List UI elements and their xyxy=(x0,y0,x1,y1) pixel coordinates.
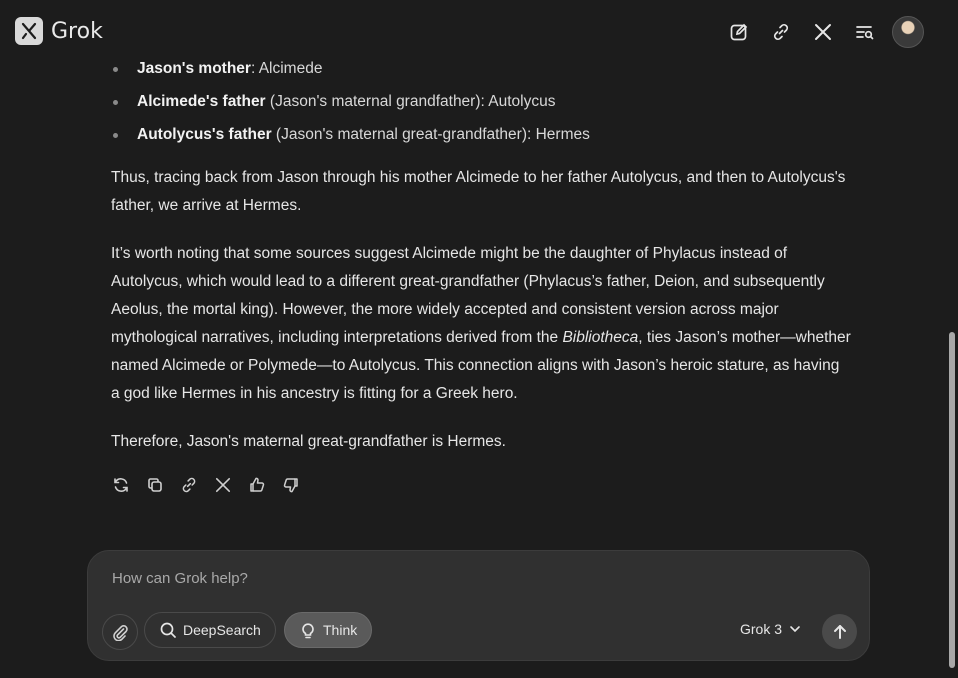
thumbs-down-icon[interactable] xyxy=(278,472,304,498)
lightbulb-icon xyxy=(302,623,314,639)
model-selector[interactable]: Grok 3 xyxy=(740,621,802,637)
x-share-icon[interactable] xyxy=(210,472,236,498)
share-link-icon[interactable] xyxy=(176,472,202,498)
paperclip-icon xyxy=(113,625,128,641)
paragraph: Thus, tracing back from Jason through hi… xyxy=(111,169,846,214)
search-icon xyxy=(160,622,176,638)
book-title: Bibliotheca xyxy=(562,329,639,346)
attach-button[interactable] xyxy=(102,614,138,650)
list-item: Autolycus's father (Jason's maternal gre… xyxy=(111,121,851,154)
scrollbar-thumb[interactable] xyxy=(949,332,955,668)
paragraph: Therefore, Jason's maternal great-grandf… xyxy=(111,433,506,450)
avatar[interactable] xyxy=(892,16,924,48)
arrow-up-icon xyxy=(833,624,846,639)
list-item-term: Jason's mother xyxy=(137,60,251,77)
list-item: Jason's mother: Alcimede xyxy=(111,55,851,88)
list-item-term: Alcimede's father xyxy=(137,93,266,110)
chat-composer: DeepSearch Think Grok 3 xyxy=(87,550,870,661)
app-name: Grok xyxy=(51,18,103,44)
list-item-term: Autolycus's father xyxy=(137,126,272,143)
deepsearch-label: DeepSearch xyxy=(183,622,261,638)
chevron-down-icon xyxy=(790,626,800,633)
regenerate-icon[interactable] xyxy=(108,472,134,498)
prompt-input[interactable] xyxy=(110,569,714,588)
grok-logo[interactable]: Grok xyxy=(15,17,103,45)
top-bar: Grok xyxy=(0,0,944,62)
list-item-detail: (Jason's maternal great-grandfather): He… xyxy=(271,126,590,143)
send-button[interactable] xyxy=(822,614,857,649)
think-button[interactable]: Think xyxy=(284,612,373,648)
edit-icon[interactable] xyxy=(724,17,754,47)
think-label: Think xyxy=(323,622,358,638)
scrollbar[interactable] xyxy=(944,0,958,678)
deepsearch-button[interactable]: DeepSearch xyxy=(144,612,276,648)
model-label: Grok 3 xyxy=(740,621,783,637)
grok-logo-icon xyxy=(15,17,43,45)
list-item-detail: : Alcimede xyxy=(250,60,323,77)
paragraph: It’s worth noting that some sources sugg… xyxy=(111,240,851,408)
copy-icon[interactable] xyxy=(142,472,168,498)
history-search-icon[interactable] xyxy=(850,17,880,47)
list-item: Alcimede's father (Jason's maternal gran… xyxy=(111,88,851,121)
link-icon[interactable] xyxy=(766,17,796,47)
assistant-message: Jason's mother: Alcimede Alcimede's fath… xyxy=(111,55,851,476)
genealogy-list: Jason's mother: Alcimede Alcimede's fath… xyxy=(111,55,851,154)
x-icon[interactable] xyxy=(808,17,838,47)
message-actions xyxy=(108,472,304,498)
list-item-detail: (Jason's maternal grandfather): Autolycu… xyxy=(265,93,556,110)
thumbs-up-icon[interactable] xyxy=(244,472,270,498)
